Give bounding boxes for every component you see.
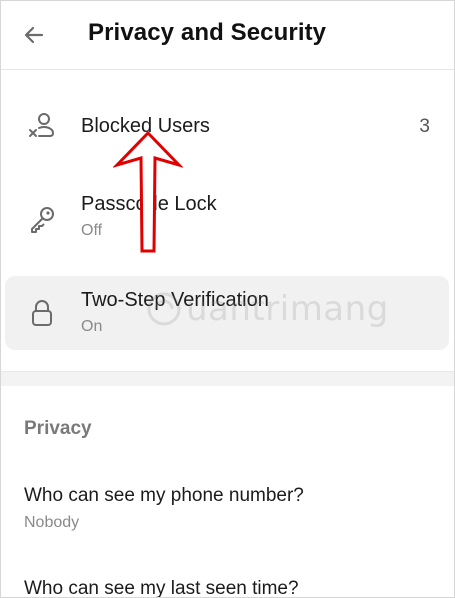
two-step-verification-label: Two-Step Verification xyxy=(81,289,269,311)
phone-number-privacy-value: Nobody xyxy=(24,514,80,531)
passcode-lock-status: Off xyxy=(81,222,103,239)
lock-icon xyxy=(25,296,59,330)
phone-number-privacy-row[interactable]: Who can see my phone number? Nobody xyxy=(1,477,454,541)
section-divider xyxy=(1,371,454,386)
last-seen-privacy-label: Who can see my last seen time? xyxy=(24,578,299,598)
page-title: Privacy and Security xyxy=(88,19,327,46)
blocked-users-count: 3 xyxy=(419,116,430,137)
blocked-users-row[interactable]: Blocked Users 3 xyxy=(1,101,454,155)
blocked-users-label: Blocked Users xyxy=(81,115,210,137)
phone-number-privacy-label: Who can see my phone number? xyxy=(24,485,304,506)
two-step-verification-status: On xyxy=(81,318,103,335)
two-step-verification-row[interactable]: Two-Step Verification On xyxy=(1,279,454,347)
privacy-section-title: Privacy xyxy=(24,418,92,439)
passcode-lock-label: Passcode Lock xyxy=(81,193,217,215)
user-block-icon xyxy=(25,109,59,143)
arrow-left-icon xyxy=(24,26,44,44)
top-app-bar: Privacy and Security xyxy=(1,1,454,70)
key-icon xyxy=(25,202,59,236)
passcode-lock-row[interactable]: Passcode Lock Off xyxy=(1,187,454,247)
screen-frame: Privacy and Security Blocked Users 3 Pas… xyxy=(0,0,455,598)
back-button[interactable] xyxy=(15,16,53,54)
last-seen-privacy-row[interactable]: Who can see my last seen time? xyxy=(1,569,454,598)
